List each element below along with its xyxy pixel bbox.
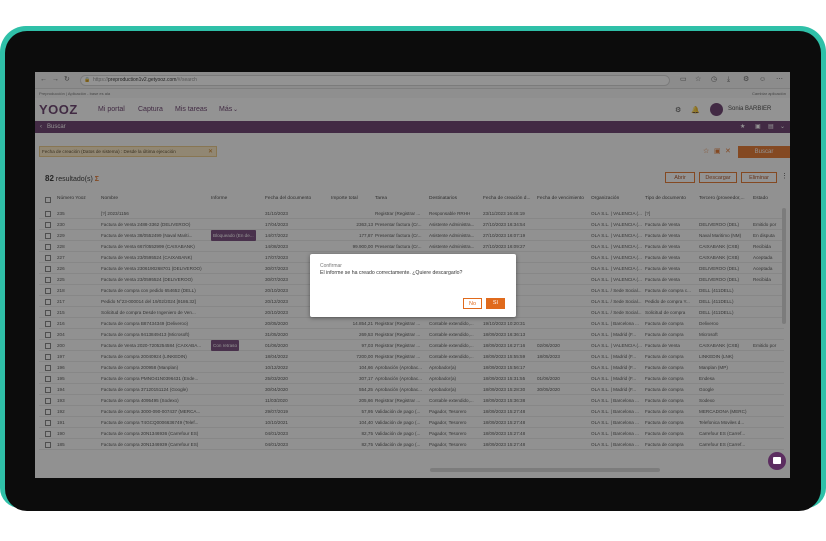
- dialog-title: Confirmar: [320, 263, 342, 269]
- screen: ← → ↻ 🔒https://preproduction1v2.getyooz.…: [35, 72, 790, 478]
- no-button[interactable]: No: [463, 298, 482, 309]
- yes-button[interactable]: Sí: [486, 298, 505, 309]
- chat-icon[interactable]: [768, 452, 786, 470]
- confirm-dialog: Confirmar El informe se ha creado correc…: [310, 254, 516, 317]
- dialog-message: El informe se ha creado correctamente. ¿…: [320, 270, 463, 276]
